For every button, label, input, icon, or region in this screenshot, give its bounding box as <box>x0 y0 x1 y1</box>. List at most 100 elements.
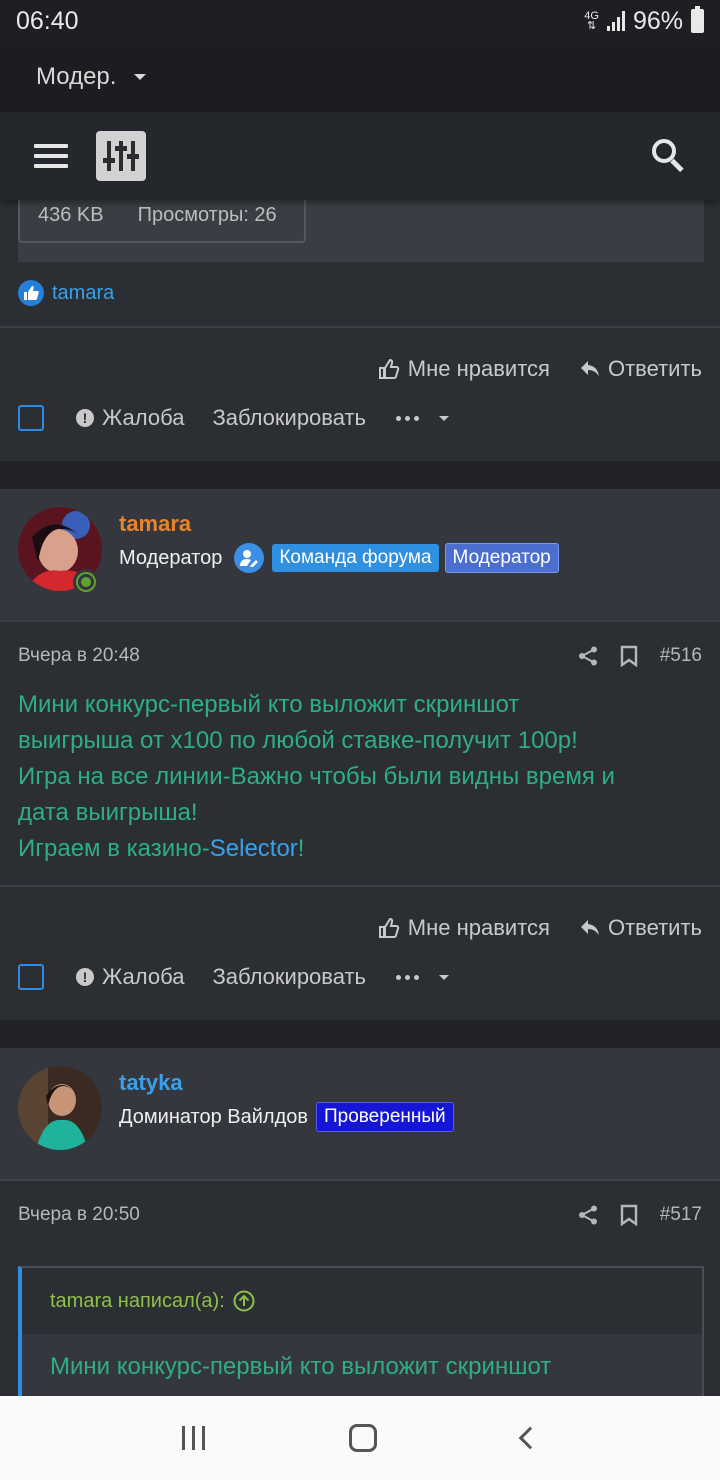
post-date[interactable]: Вчера в 20:50 <box>18 1204 140 1226</box>
like-label: Мне нравится <box>407 915 550 940</box>
alert-icon: ! <box>76 409 94 427</box>
report-label: Жалоба <box>102 405 185 430</box>
status-bar: 06:40 4G ⇅ 96% <box>0 0 720 42</box>
block-button[interactable]: Заблокировать <box>212 405 366 431</box>
user-title-row: Доминатор Вайлдов Проверенный <box>119 1102 454 1132</box>
more-menu-button[interactable] <box>396 415 450 421</box>
reply-icon <box>580 920 599 935</box>
post-line: Игра на все линии-Важно чтобы были видны… <box>18 763 615 790</box>
filter-button[interactable] <box>96 131 146 181</box>
moderator-dropdown[interactable]: Модер. <box>0 42 720 112</box>
like-reaction-icon <box>18 280 44 306</box>
post-actions-bottom: ! Жалоба Заблокировать <box>18 405 450 431</box>
post-number[interactable]: #517 <box>660 1204 702 1226</box>
battery-percent: 96% <box>632 6 683 35</box>
post-author-header: tamara Модератор Команда форума Модерато… <box>0 489 720 621</box>
caret-down-icon <box>134 74 147 80</box>
username[interactable]: tatyka <box>119 1070 183 1096</box>
bookmark-icon[interactable] <box>620 1204 638 1226</box>
status-indicators: 4G ⇅ 96% <box>584 6 704 36</box>
user-title: Доминатор Вайлдов <box>119 1105 309 1128</box>
more-menu-button[interactable] <box>396 974 450 980</box>
post-meta: Вчера в 20:50 #517 <box>0 1199 720 1231</box>
post-author-header: tatyka Доминатор Вайлдов Проверенный <box>0 1048 720 1180</box>
thumbs-up-icon <box>378 917 399 938</box>
divider <box>0 620 720 622</box>
report-button[interactable]: ! Жалоба <box>76 405 184 431</box>
quote-header[interactable]: tamara написал(а): <box>22 1268 702 1334</box>
system-nav-bar <box>0 1396 720 1480</box>
casino-link[interactable]: Selector <box>210 835 298 862</box>
user-title: Модератор <box>119 546 223 569</box>
post-body: Мини конкурс-первый кто выложит скриншот… <box>18 687 702 867</box>
status-time: 06:40 <box>16 6 79 35</box>
post-line: дата выигрыша! <box>18 799 198 826</box>
divider <box>0 885 720 887</box>
divider <box>0 1179 720 1181</box>
post-actions-top: Мне нравится Ответить <box>378 356 702 382</box>
reply-label: Ответить <box>607 915 702 940</box>
select-checkbox[interactable] <box>18 405 44 431</box>
nav-bar <box>0 112 720 200</box>
thread-content: 436 KB Просмотры: 26 tamara Мне нравится… <box>0 200 720 1396</box>
username[interactable]: tamara <box>119 511 191 537</box>
user-title-row: Модератор Команда форума Модератор <box>119 543 559 573</box>
post-actions-top: Мне нравится Ответить <box>378 915 702 941</box>
recent-apps-icon[interactable] <box>182 1426 206 1450</box>
home-icon[interactable] <box>349 1424 378 1452</box>
post-separator <box>0 1020 720 1048</box>
avatar[interactable] <box>18 1066 102 1150</box>
block-button[interactable]: Заблокировать <box>212 964 366 990</box>
divider <box>0 326 720 328</box>
more-dots-icon <box>396 415 420 421</box>
post-line: Играем в казино-Selector! <box>18 835 305 862</box>
moderator-icon <box>234 543 265 573</box>
more-dots-icon <box>396 974 420 980</box>
quote-block: tamara написал(а): Мини конкурс-первый к… <box>18 1266 704 1396</box>
moderator-dropdown-label: Модер. <box>36 63 117 90</box>
reply-button[interactable]: Ответить <box>580 356 702 382</box>
post-actions-bottom: ! Жалоба Заблокировать <box>18 964 450 990</box>
post-separator <box>0 461 720 489</box>
search-icon[interactable] <box>652 139 686 173</box>
reactions-list[interactable]: tamara <box>18 280 114 306</box>
like-button[interactable]: Мне нравится <box>378 356 550 382</box>
report-button[interactable]: ! Жалоба <box>76 964 184 990</box>
bookmark-icon[interactable] <box>620 645 638 667</box>
reaction-user: tamara <box>52 281 115 304</box>
select-checkbox[interactable] <box>18 964 44 990</box>
quote-author: tamara написал(а): <box>50 1289 225 1312</box>
post-date[interactable]: Вчера в 20:48 <box>18 645 140 667</box>
reply-icon <box>580 361 599 376</box>
online-status-icon <box>73 569 99 595</box>
battery-icon <box>691 6 704 33</box>
post-meta-tools: #517 <box>578 1204 702 1226</box>
badge-forum-team: Команда форума <box>272 544 439 572</box>
menu-icon[interactable] <box>34 144 68 168</box>
reply-label: Ответить <box>607 356 702 381</box>
post-line: Мини конкурс-первый кто выложит скриншот <box>18 691 520 718</box>
attachment-card[interactable]: 436 KB Просмотры: 26 <box>18 200 306 243</box>
like-button[interactable]: Мне нравится <box>378 915 550 941</box>
badge-moderator: Модератор <box>444 543 559 573</box>
attachment-size: 436 KB <box>38 204 104 226</box>
quote-body: Мини конкурс-первый кто выложит скриншот <box>22 1334 702 1396</box>
thumbs-up-icon <box>378 358 399 379</box>
report-label: Жалоба <box>102 964 185 989</box>
post-meta: Вчера в 20:48 #516 <box>0 640 720 672</box>
network-type-icon: 4G ⇅ <box>584 10 599 32</box>
arrow-up-circle-icon[interactable] <box>233 1290 255 1312</box>
caret-down-icon <box>439 974 450 980</box>
share-icon[interactable] <box>578 646 598 666</box>
caret-down-icon <box>439 415 450 421</box>
post-number[interactable]: #516 <box>660 645 702 667</box>
signal-icon <box>606 11 625 31</box>
share-icon[interactable] <box>578 1205 598 1225</box>
back-icon[interactable] <box>518 1426 542 1450</box>
badge-verified: Проверенный <box>316 1102 454 1132</box>
post-meta-tools: #516 <box>578 645 702 667</box>
attachment-views: Просмотры: 26 <box>137 204 277 226</box>
reply-button[interactable]: Ответить <box>580 915 702 941</box>
like-label: Мне нравится <box>407 356 550 381</box>
sliders-icon <box>103 141 139 171</box>
